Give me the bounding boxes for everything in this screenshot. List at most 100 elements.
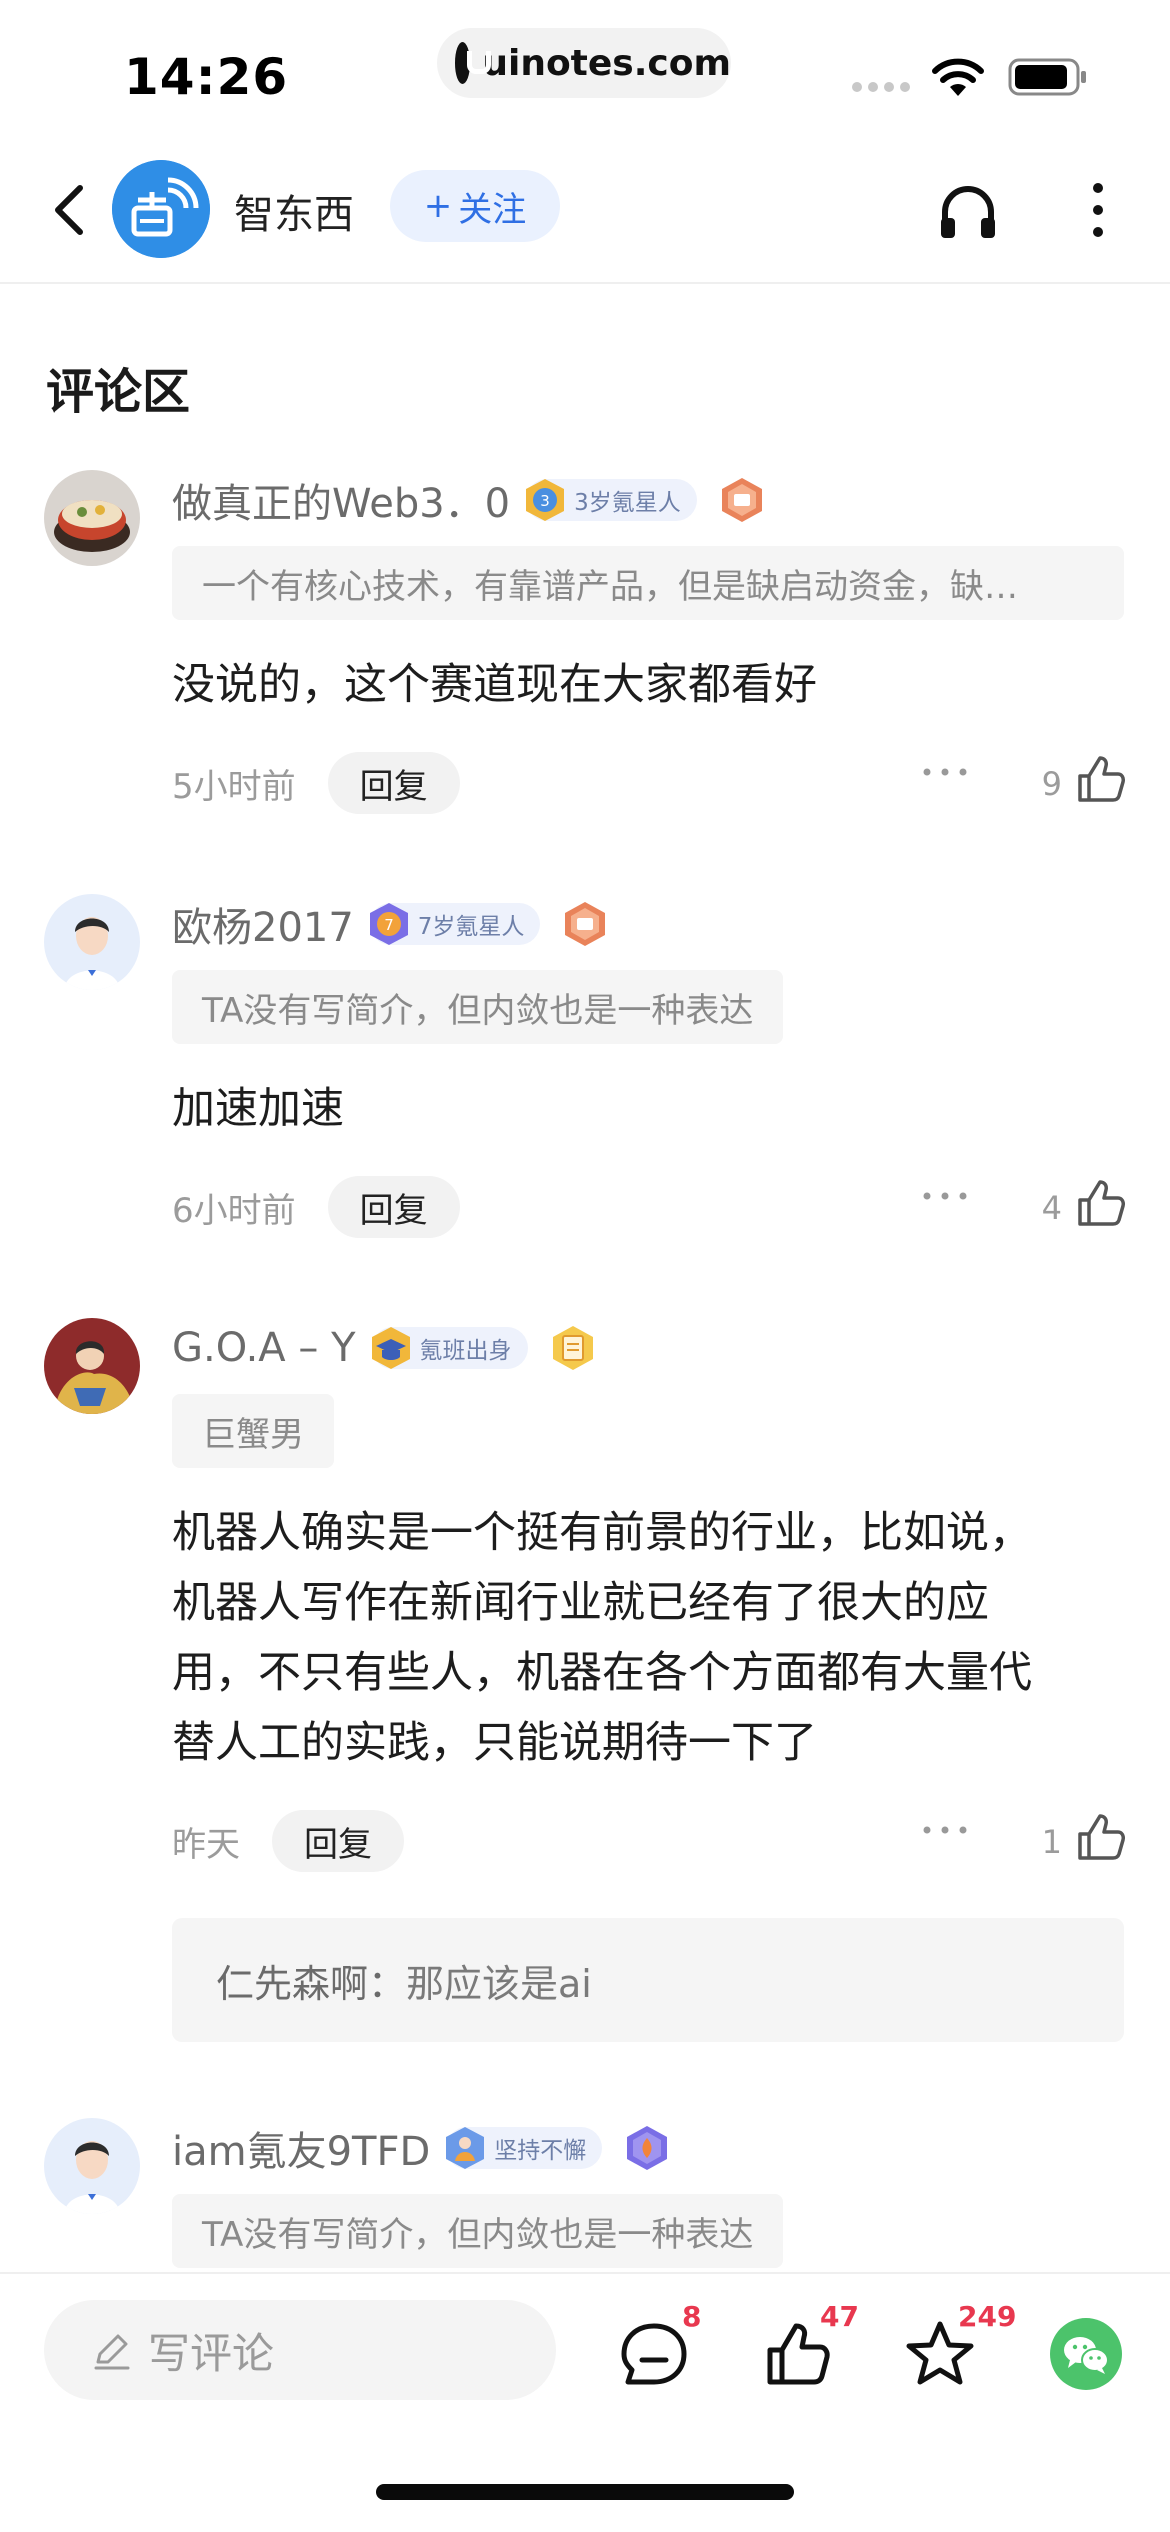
more-horizontal-icon[interactable] (920, 762, 970, 782)
comment-time: 昨天 (172, 1824, 240, 1865)
status-bar: 14:26 uinotes.com (0, 0, 1170, 130)
user-avatar[interactable] (44, 894, 140, 990)
like-count: 47 (820, 2300, 859, 2333)
cellular-signal-icon (852, 82, 910, 92)
favorite-count: 249 (958, 2300, 1017, 2333)
like-count: 1 (1041, 1823, 1062, 1861)
comment-name-row: iam氪友9TFD 坚持不懈 (172, 2118, 670, 2178)
comment-name-row: 欧杨2017 7 7岁氪星人 (172, 894, 608, 954)
user-bio: 巨蟹男 (172, 1394, 334, 1468)
user-bio: TA没有写简介，但内敛也是一种表达 (172, 970, 784, 1044)
badge-medal-icon (446, 2127, 485, 2169)
user-avatar[interactable] (44, 2118, 140, 2214)
reply-button[interactable]: 回复 (272, 1810, 404, 1872)
user-avatar[interactable] (44, 1318, 140, 1414)
comments-section-title: 评论区 (46, 364, 191, 420)
sub-reply[interactable]: 仁先森啊： 那应该是ai (172, 1918, 1124, 2042)
badge-text: 氪班出身 (419, 1338, 512, 1364)
source-avatar[interactable] (112, 160, 210, 258)
follow-button[interactable]: + 关注 (390, 170, 560, 242)
user-avatar[interactable] (44, 470, 140, 566)
comment-text-line: 用，不只有些人，机器在各个方面都有大量代 (172, 1648, 1032, 1698)
reply-button[interactable]: 回复 (327, 752, 460, 814)
sub-reply-author[interactable]: 仁先森啊： (216, 1953, 406, 2008)
comment-text: 没说的，这个赛道现在大家都看好 (172, 660, 817, 710)
comment-item: G.O.A – Y 氪班出身 巨蟹男 机器人确实是一个挺有前景的行业，比如说， … (0, 1318, 1170, 2048)
url-pill[interactable]: uinotes.com (437, 28, 731, 98)
sub-reply-text: 那应该是ai (406, 1961, 592, 2006)
write-comment-placeholder: 写评论 (148, 2328, 275, 2378)
user-badge[interactable]: 7 7岁氪星人 (369, 903, 541, 945)
like-control[interactable]: 9 (1042, 752, 1128, 806)
user-name[interactable]: 做真正的Web3．0 (172, 471, 510, 529)
write-comment-input[interactable]: 写评论 (44, 2300, 556, 2400)
comment-action[interactable]: 8 (618, 2300, 718, 2390)
badge-medal-icon: 7 (369, 903, 408, 945)
level-hex-icon[interactable] (719, 476, 765, 524)
battery-icon (1008, 58, 1086, 96)
like-action[interactable]: 47 (762, 2300, 862, 2390)
user-name[interactable]: 欧杨2017 (172, 895, 354, 953)
badge-text: 3岁氪星人 (574, 490, 681, 516)
badge-medal-icon: 3 (526, 479, 565, 521)
comment-text-line: 机器人写作在新闻行业就已经有了很大的应 (172, 1578, 989, 1628)
headset-icon[interactable] (937, 180, 999, 242)
comment-item: 做真正的Web3．0 3 3岁氪星人 一个有核心技术，有靠谱产品，但是缺启动资金… (0, 470, 1170, 830)
like-control[interactable]: 4 (1042, 1176, 1128, 1230)
comment-item: 欧杨2017 7 7岁氪星人 TA没有写简介，但内敛也是一种表达 加速加速 6小… (0, 894, 1170, 1254)
badge-text: 坚持不懈 (494, 2138, 587, 2164)
comment-time: 6小时前 (172, 1190, 296, 1231)
site-logo-icon (455, 42, 492, 84)
thumbs-up-icon (1078, 756, 1125, 802)
comment-name-row: G.O.A – Y 氪班出身 (172, 1318, 596, 1378)
level-hex-icon[interactable] (562, 900, 608, 948)
like-count: 4 (1041, 1189, 1062, 1227)
comment-time: 5小时前 (172, 766, 296, 807)
follow-label: 关注 (458, 189, 527, 230)
user-badge[interactable]: 坚持不懈 (446, 2127, 603, 2169)
badge-text: 7岁氪星人 (417, 914, 525, 940)
level-hex-icon[interactable] (550, 1324, 596, 1372)
comment-text: 加速加速 (172, 1084, 344, 1134)
like-count: 9 (1041, 765, 1062, 803)
plus-icon: + (423, 186, 453, 226)
more-vertical-icon[interactable] (1080, 178, 1116, 242)
user-name[interactable]: G.O.A – Y (172, 1325, 356, 1371)
wifi-icon (932, 58, 984, 96)
back-arrow-icon[interactable] (40, 180, 100, 240)
thumbs-up-icon (1078, 1180, 1125, 1226)
user-badge[interactable]: 氪班出身 (371, 1327, 528, 1369)
comment-name-row: 做真正的Web3．0 3 3岁氪星人 (172, 470, 765, 530)
thumbs-up-icon (1078, 1814, 1125, 1860)
comment-item: iam氪友9TFD 坚持不懈 TA没有写简介，但内敛也是一种表达 (0, 2118, 1170, 2278)
more-horizontal-icon[interactable] (920, 1186, 970, 1206)
comment-meta: 6小时前 回复 4 (172, 1176, 1128, 1238)
user-name[interactable]: iam氪友9TFD (172, 2119, 430, 2177)
wechat-share-button[interactable] (1050, 2318, 1122, 2390)
source-name[interactable]: 智东西 (234, 182, 354, 240)
comment-text: 机器人确实是一个挺有前景的行业，比如说， 机器人写作在新闻行业就已经有了很大的应… (172, 1498, 1092, 1778)
svg-text:3: 3 (540, 492, 550, 510)
svg-text:7: 7 (384, 916, 394, 934)
user-bio: 一个有核心技术，有靠谱产品，但是缺启动资金，缺… (172, 546, 1124, 620)
comment-text-line: 替人工的实践，只能说期待一下了 (172, 1718, 817, 1768)
comment-count: 8 (682, 2300, 702, 2333)
comment-meta: 昨天 回复 1 (172, 1810, 1128, 1872)
pen-icon (94, 2334, 130, 2370)
more-horizontal-icon[interactable] (920, 1820, 970, 1840)
like-control[interactable]: 1 (1042, 1810, 1128, 1864)
article-header: 智东西 + 关注 (0, 150, 1170, 284)
favorite-action[interactable]: 249 (904, 2300, 1016, 2390)
comment-bubble-icon (621, 2323, 687, 2385)
graduation-cap-icon (371, 1327, 410, 1369)
url-text: uinotes.com (482, 42, 731, 84)
comment-text-line: 机器人确实是一个挺有前景的行业，比如说， (172, 1508, 1032, 1558)
status-time: 14:26 (124, 48, 289, 106)
comment-meta: 5小时前 回复 9 (172, 752, 1128, 814)
level-hex-icon[interactable] (624, 2124, 670, 2172)
user-badge[interactable]: 3 3岁氪星人 (526, 479, 697, 521)
user-bio: TA没有写简介，但内敛也是一种表达 (172, 2194, 784, 2268)
wechat-icon (1064, 2337, 1109, 2374)
reply-button[interactable]: 回复 (327, 1176, 460, 1238)
home-indicator[interactable] (376, 2484, 794, 2500)
